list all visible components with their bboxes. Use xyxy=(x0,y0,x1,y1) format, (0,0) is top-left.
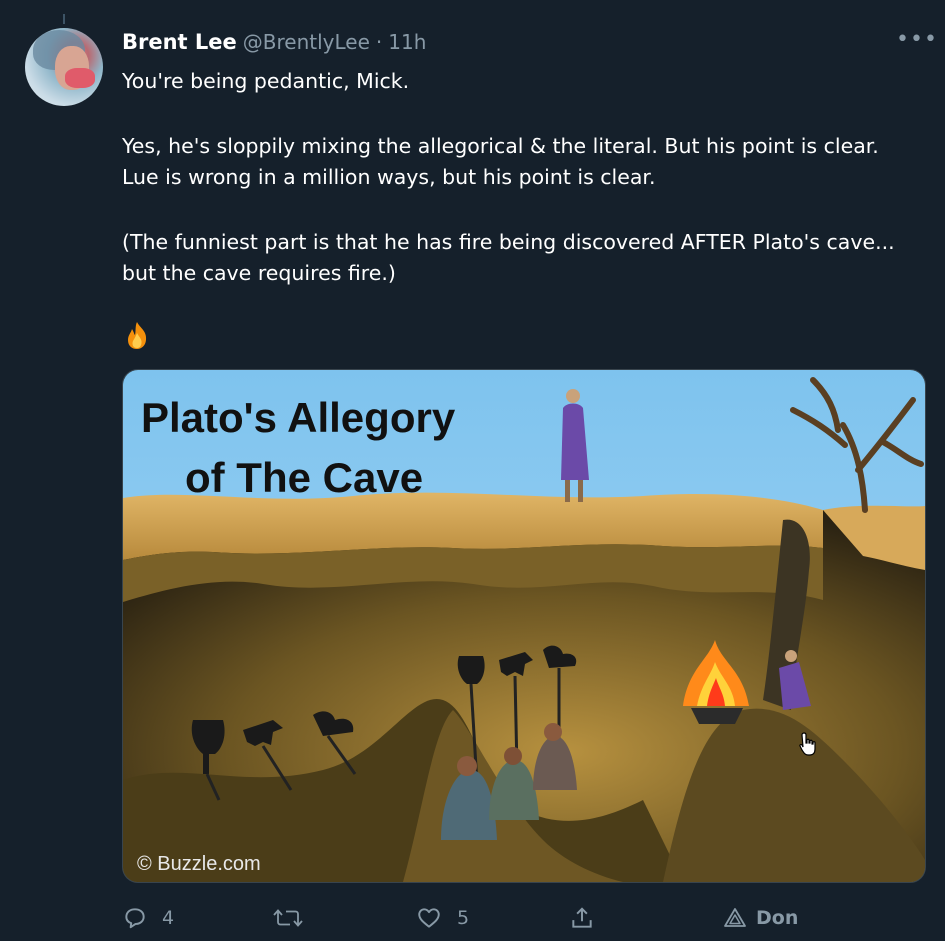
reply-count: 4 xyxy=(162,907,175,929)
tweet-paragraph: Yes, he's sloppily mixing the allegorica… xyxy=(122,134,879,189)
share-icon xyxy=(572,907,592,928)
author-name[interactable]: Brent Lee xyxy=(122,30,237,54)
image-watermark: © Buzzle.com xyxy=(137,853,261,875)
tweet-paragraph: You're being pedantic, Mick. xyxy=(122,69,410,93)
reply-button[interactable]: 4 xyxy=(122,900,174,936)
share-button[interactable] xyxy=(568,900,596,936)
author-handle[interactable]: @BrentlyLee xyxy=(243,30,370,54)
heart-icon xyxy=(418,908,440,928)
mouse-cursor-icon xyxy=(798,731,818,757)
like-count: 5 xyxy=(457,907,470,929)
tweet-image[interactable]: Plato's Allegory of The Cave © Buzzle.co… xyxy=(122,369,926,883)
more-options-icon[interactable]: ••• xyxy=(896,29,937,54)
image-caption-line2: of The Cave xyxy=(185,454,423,501)
warning-triangle-icon xyxy=(724,908,746,927)
like-button[interactable]: 5 xyxy=(415,900,469,936)
fire-emoji-icon xyxy=(122,320,152,350)
cave-illustration: Plato's Allegory of The Cave © Buzzle.co… xyxy=(123,370,925,882)
thread-line xyxy=(63,14,65,24)
retweet-icon xyxy=(273,909,303,927)
header-separator: · xyxy=(375,30,383,54)
extension-button[interactable]: Don xyxy=(722,900,798,936)
tweet-text: You're being pedantic, Mick. Yes, he's s… xyxy=(122,66,912,289)
tweet-paragraph: (The funniest part is that he has fire b… xyxy=(122,230,895,285)
extension-label: Don xyxy=(756,907,799,929)
reply-icon xyxy=(125,908,145,929)
image-caption-line1: Plato's Allegory xyxy=(141,394,456,441)
tweet-time[interactable]: 11h xyxy=(388,30,426,54)
retweet-button[interactable] xyxy=(272,900,318,936)
avatar[interactable] xyxy=(25,28,103,106)
tweet-actions: 4 5 Don xyxy=(122,900,922,936)
tweet-header: Brent Lee @BrentlyLee · 11h xyxy=(122,30,426,60)
